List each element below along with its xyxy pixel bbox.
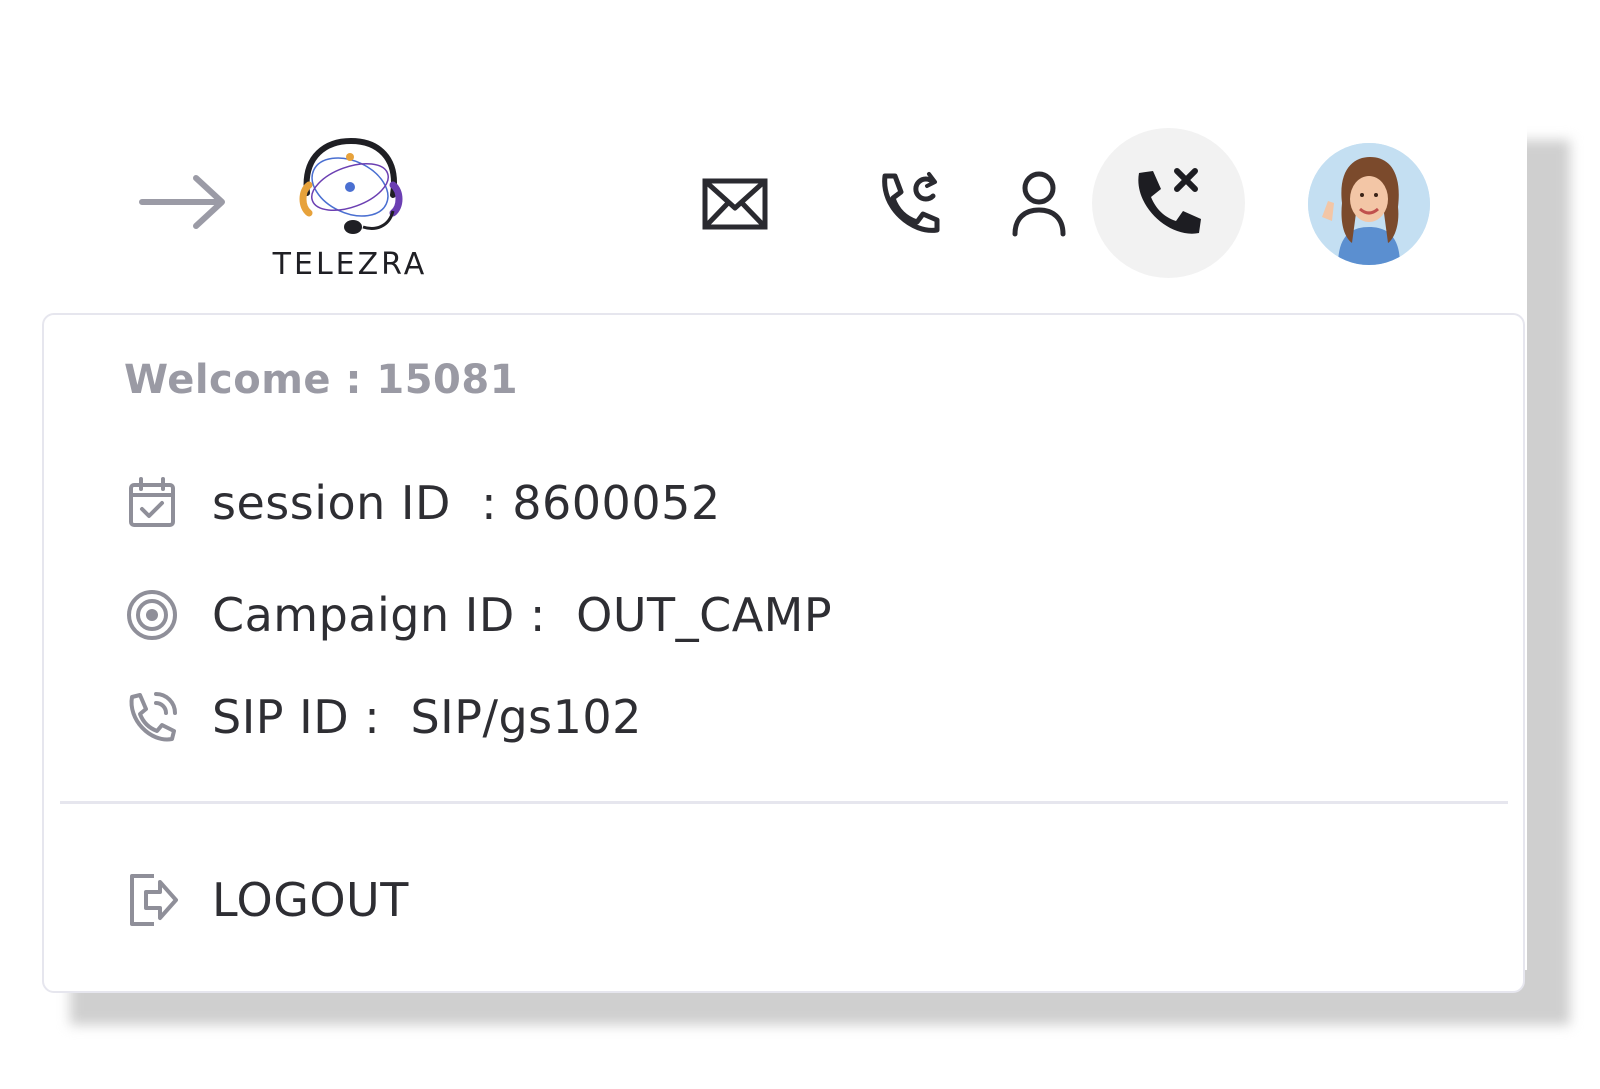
welcome-text: Welcome : 15081 [124, 357, 519, 403]
mail-icon [702, 178, 768, 230]
headset-logo-icon [299, 137, 403, 234]
phone-ringing-icon [124, 689, 180, 745]
target-icon [124, 587, 180, 643]
arrow-right-icon [139, 175, 225, 229]
avatar-photo [1308, 143, 1430, 265]
top-bar: TELEZRA [0, 0, 1527, 300]
calendar-check-icon [124, 475, 180, 531]
menu-divider [60, 801, 1508, 804]
campaign-id-text: Campaign ID : OUT_CAMP [212, 588, 833, 642]
app-panel: TELEZRA Welcome: 15081 session ID: 860… [0, 0, 1527, 993]
logout-label: LOGOUT [212, 873, 409, 927]
user-icon [1012, 171, 1066, 237]
logo-text: TELEZRA [272, 247, 428, 282]
avatar[interactable] [1308, 143, 1430, 265]
session-id-text: session ID : 8600052 [212, 476, 721, 530]
telezra-logo: TELEZRA [270, 135, 430, 283]
logout-button[interactable]: LOGOUT [124, 870, 409, 930]
sip-id-text: SIP ID : SIP/gs102 [212, 690, 642, 744]
logout-icon [124, 870, 180, 930]
campaign-id-row: Campaign ID : OUT_CAMP [124, 587, 832, 643]
phone-hangup-icon [1137, 168, 1201, 234]
user-profile-button[interactable] [1007, 168, 1071, 238]
hangup-call-button[interactable] [1092, 128, 1245, 278]
expand-arrow-button[interactable] [138, 170, 230, 234]
mail-button[interactable] [700, 172, 770, 236]
sip-id-row: SIP ID : SIP/gs102 [124, 689, 642, 745]
profile-menu-card: Welcome : 15081 session ID : 8600052 Cam [42, 313, 1525, 993]
phone-callback-icon [882, 172, 940, 233]
call-back-button[interactable] [873, 168, 945, 240]
session-id-row: session ID : 8600052 [124, 475, 721, 531]
